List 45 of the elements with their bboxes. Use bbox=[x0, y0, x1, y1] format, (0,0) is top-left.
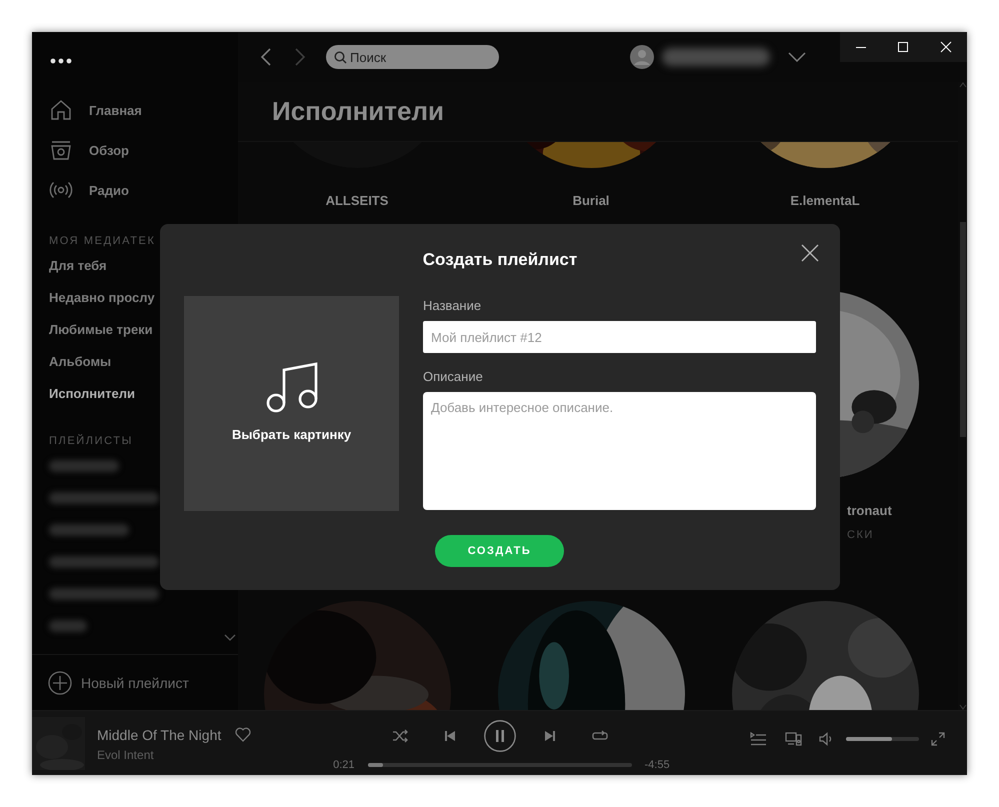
choose-image-button[interactable]: Выбрать картинку bbox=[184, 296, 399, 511]
section-heading: МОЯ МЕДИАТЕК bbox=[48, 234, 156, 249]
volume-slider[interactable] bbox=[846, 737, 919, 741]
maximize-icon[interactable] bbox=[897, 41, 910, 53]
description-field[interactable]: Добавь интересное описание. bbox=[423, 392, 816, 510]
next-icon[interactable] bbox=[544, 730, 556, 742]
previous-icon[interactable] bbox=[444, 730, 456, 742]
nav-item[interactable]: Главная bbox=[32, 90, 238, 130]
track-title[interactable]: Middle Of The Night bbox=[97, 726, 222, 742]
track-artist[interactable]: Evol Intent bbox=[97, 748, 252, 762]
home-icon bbox=[49, 98, 73, 122]
music-note-icon bbox=[266, 361, 318, 413]
artist-name[interactable]: E.lementaL bbox=[790, 192, 860, 210]
search-icon bbox=[334, 51, 347, 64]
fullscreen-icon[interactable] bbox=[931, 732, 945, 746]
heart-icon[interactable] bbox=[235, 727, 252, 742]
field-label: Описание bbox=[423, 368, 484, 386]
artist-name[interactable]: Burial bbox=[572, 192, 610, 210]
elapsed-time: 0:21 bbox=[332, 759, 354, 771]
page-title: Исполнители bbox=[272, 96, 444, 127]
name-field[interactable]: Мой плейлист #12 bbox=[423, 321, 816, 353]
create-button[interactable]: СОЗДАТЬ bbox=[435, 535, 564, 567]
dialog-title: Создать плейлист bbox=[422, 249, 578, 271]
nav-label: Главная bbox=[89, 102, 142, 118]
nav-label: Радио bbox=[89, 182, 129, 198]
nav-label: Обзор bbox=[89, 142, 129, 158]
artist-subtitle: СКИ bbox=[846, 528, 874, 543]
close-icon[interactable] bbox=[801, 244, 819, 262]
new-playlist-button[interactable]: Новый плейлист bbox=[48, 670, 189, 694]
nav-item[interactable]: Обзор bbox=[32, 130, 238, 170]
queue-icon[interactable] bbox=[750, 732, 767, 746]
remaining-time: -4:55 bbox=[644, 759, 671, 771]
field-label: Название bbox=[423, 297, 482, 315]
artist-name[interactable]: ALLSEITS bbox=[326, 192, 388, 210]
shuffle-icon[interactable] bbox=[392, 729, 408, 743]
search-field[interactable]: Поиск bbox=[326, 45, 499, 69]
chevron-down-icon[interactable] bbox=[224, 634, 236, 642]
nav-item[interactable]: Радио bbox=[32, 170, 238, 210]
more-options-icon[interactable] bbox=[50, 58, 72, 64]
back-icon[interactable] bbox=[260, 48, 272, 66]
chevron-down-icon[interactable] bbox=[788, 52, 806, 62]
devices-icon[interactable] bbox=[785, 732, 802, 746]
avatar-icon[interactable] bbox=[630, 45, 654, 69]
plus-circle-icon bbox=[48, 670, 72, 694]
pause-icon[interactable] bbox=[484, 720, 516, 752]
